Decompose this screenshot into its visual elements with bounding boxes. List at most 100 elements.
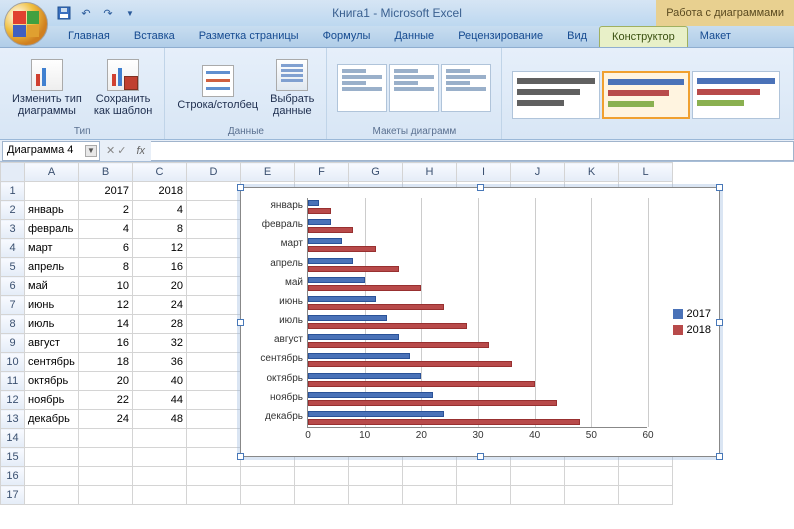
- redo-icon[interactable]: ↷: [100, 5, 116, 21]
- cell[interactable]: [187, 486, 241, 505]
- select-data-button[interactable]: Выбрать данные: [266, 57, 318, 119]
- chart-bar-series-2[interactable]: [308, 342, 489, 348]
- cell[interactable]: 28: [133, 315, 187, 334]
- cell[interactable]: [619, 467, 673, 486]
- row-header[interactable]: 8: [1, 315, 25, 334]
- enter-icon[interactable]: ✓: [117, 144, 126, 157]
- cell[interactable]: август: [25, 334, 79, 353]
- cell[interactable]: 6: [79, 239, 133, 258]
- cell[interactable]: 8: [79, 258, 133, 277]
- chart-bar-series-1[interactable]: [308, 392, 433, 398]
- column-header[interactable]: H: [403, 163, 457, 182]
- cell[interactable]: март: [25, 239, 79, 258]
- chart-style-2[interactable]: [602, 71, 690, 119]
- cell[interactable]: [187, 220, 241, 239]
- cell[interactable]: [187, 448, 241, 467]
- cell[interactable]: [403, 467, 457, 486]
- row-header[interactable]: 3: [1, 220, 25, 239]
- cell[interactable]: 12: [133, 239, 187, 258]
- resize-handle[interactable]: [237, 319, 244, 326]
- tab-конструктор[interactable]: Конструктор: [599, 26, 688, 47]
- cell[interactable]: [79, 486, 133, 505]
- cell[interactable]: 20: [133, 277, 187, 296]
- column-header[interactable]: A: [25, 163, 79, 182]
- resize-handle[interactable]: [716, 319, 723, 326]
- cell[interactable]: октябрь: [25, 372, 79, 391]
- cell[interactable]: [187, 410, 241, 429]
- resize-handle[interactable]: [477, 184, 484, 191]
- row-header[interactable]: 10: [1, 353, 25, 372]
- select-all-corner[interactable]: [1, 163, 25, 182]
- column-header[interactable]: E: [241, 163, 295, 182]
- cell[interactable]: [403, 486, 457, 505]
- change-chart-type-button[interactable]: Изменить тип диаграммы: [8, 57, 86, 119]
- cell[interactable]: [349, 467, 403, 486]
- cell[interactable]: 16: [79, 334, 133, 353]
- row-header[interactable]: 14: [1, 429, 25, 448]
- cell[interactable]: ноябрь: [25, 391, 79, 410]
- cell[interactable]: [295, 467, 349, 486]
- cell[interactable]: 48: [133, 410, 187, 429]
- chart-bar-series-1[interactable]: [308, 315, 387, 321]
- legend-item[interactable]: 2017: [673, 308, 711, 320]
- column-header[interactable]: F: [295, 163, 349, 182]
- cell[interactable]: [25, 467, 79, 486]
- cell[interactable]: [133, 486, 187, 505]
- chart-bar-series-1[interactable]: [308, 373, 421, 379]
- cell[interactable]: 4: [79, 220, 133, 239]
- tab-вставка[interactable]: Вставка: [122, 26, 187, 47]
- cell[interactable]: [241, 486, 295, 505]
- cell[interactable]: февраль: [25, 220, 79, 239]
- cell[interactable]: [133, 429, 187, 448]
- cell[interactable]: [187, 201, 241, 220]
- row-header[interactable]: 17: [1, 486, 25, 505]
- cell[interactable]: 24: [133, 296, 187, 315]
- chart-bar-series-2[interactable]: [308, 400, 557, 406]
- switch-row-column-button[interactable]: Строка/столбец: [173, 63, 262, 113]
- cell[interactable]: [187, 182, 241, 201]
- chart-bar-series-2[interactable]: [308, 266, 399, 272]
- row-header[interactable]: 1: [1, 182, 25, 201]
- chart-style-1[interactable]: [512, 71, 600, 119]
- cell[interactable]: июль: [25, 315, 79, 334]
- column-header[interactable]: G: [349, 163, 403, 182]
- chart-bar-series-2[interactable]: [308, 208, 331, 214]
- column-header[interactable]: C: [133, 163, 187, 182]
- tab-макет[interactable]: Макет: [688, 26, 743, 47]
- tab-разметка страницы[interactable]: Разметка страницы: [187, 26, 311, 47]
- qat-dropdown-icon[interactable]: ▼: [122, 5, 138, 21]
- column-header[interactable]: I: [457, 163, 511, 182]
- row-header[interactable]: 4: [1, 239, 25, 258]
- cell[interactable]: [511, 467, 565, 486]
- cell[interactable]: [187, 296, 241, 315]
- chart-bar-series-2[interactable]: [308, 304, 444, 310]
- cell[interactable]: январь: [25, 201, 79, 220]
- cell[interactable]: [25, 448, 79, 467]
- cell[interactable]: сентябрь: [25, 353, 79, 372]
- chart-plot-area[interactable]: 0102030405060январьфевральмартапрельмайи…: [307, 198, 647, 428]
- column-header[interactable]: D: [187, 163, 241, 182]
- cell[interactable]: [187, 315, 241, 334]
- chart-bar-series-2[interactable]: [308, 246, 376, 252]
- cell[interactable]: [187, 258, 241, 277]
- cell[interactable]: 44: [133, 391, 187, 410]
- chart-bar-series-1[interactable]: [308, 334, 399, 340]
- chart-bar-series-1[interactable]: [308, 296, 376, 302]
- tab-вид[interactable]: Вид: [555, 26, 599, 47]
- chart-legend[interactable]: 2017 2018: [673, 304, 711, 340]
- chart-layout-3[interactable]: [441, 64, 491, 112]
- cell[interactable]: [187, 391, 241, 410]
- resize-handle[interactable]: [237, 184, 244, 191]
- cell[interactable]: 32: [133, 334, 187, 353]
- cell[interactable]: 2018: [133, 182, 187, 201]
- cell[interactable]: [565, 486, 619, 505]
- legend-item[interactable]: 2018: [673, 324, 711, 336]
- row-header[interactable]: 6: [1, 277, 25, 296]
- chart-layout-2[interactable]: [389, 64, 439, 112]
- resize-handle[interactable]: [477, 453, 484, 460]
- cancel-icon[interactable]: ✕: [106, 144, 115, 157]
- cell[interactable]: [79, 429, 133, 448]
- cell[interactable]: 22: [79, 391, 133, 410]
- cell[interactable]: апрель: [25, 258, 79, 277]
- cell[interactable]: [565, 467, 619, 486]
